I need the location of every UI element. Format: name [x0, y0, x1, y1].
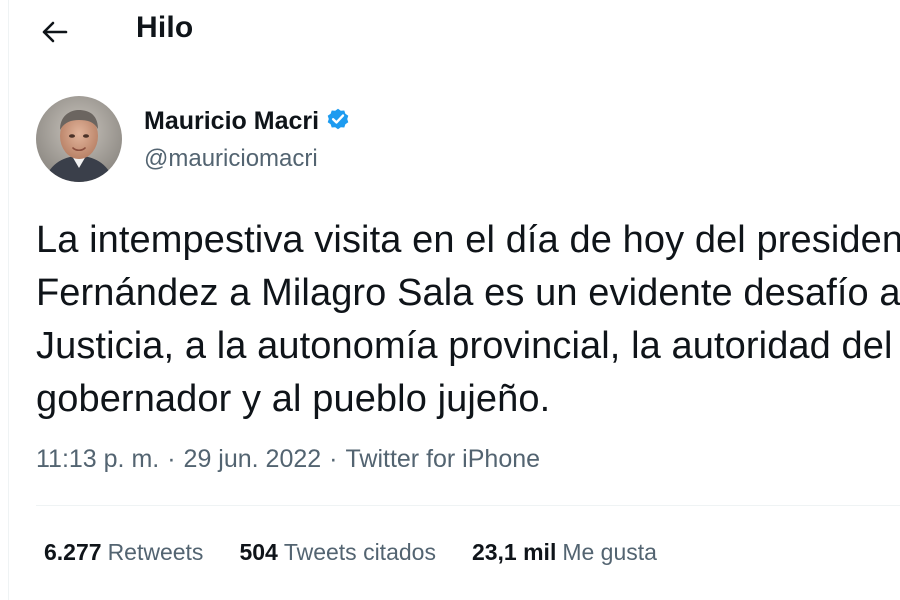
- tweet-text-line: Fernández a Milagro Sala es un evidente …: [36, 272, 900, 314]
- likes-stat[interactable]: 23,1 mil Me gusta: [472, 539, 657, 566]
- tweet-time[interactable]: 11:13 p. m.: [36, 445, 159, 474]
- tweet-stats: 6.277 Retweets 504 Tweets citados 23,1 mil…: [44, 539, 693, 566]
- back-button[interactable]: [34, 12, 74, 52]
- meta-separator: ·: [167, 445, 176, 473]
- tweet-source[interactable]: Twitter for iPhone: [346, 445, 541, 474]
- page-title: Hilo: [136, 11, 194, 44]
- verified-badge-icon: [325, 106, 351, 137]
- tweet-text-line: gobernador y al pueblo jujeño.: [36, 378, 551, 420]
- tweet-date[interactable]: 29 jun. 2022: [184, 445, 322, 474]
- divider: [36, 505, 900, 506]
- arrow-left-icon: [40, 20, 68, 44]
- tweet-text: La intempestiva visita en el día de hoy …: [36, 214, 900, 426]
- thread-page: Hilo Mauricio Macri @mauriciomacri La in…: [0, 0, 900, 600]
- quotes-label: Tweets citados: [283, 539, 436, 565]
- tweet-text-line: La intempestiva visita en el día de hoy …: [36, 219, 900, 261]
- tweet-text-line: Justicia, a la autonomía provincial, la …: [36, 325, 893, 367]
- likes-count: 23,1 mil: [471, 539, 557, 565]
- retweets-label: Retweets: [107, 539, 204, 565]
- column-border: [8, 0, 9, 600]
- page-header: Hilo: [0, 0, 900, 62]
- avatar[interactable]: [36, 96, 122, 182]
- retweets-stat[interactable]: 6.277 Retweets: [44, 539, 203, 566]
- quotes-count: 504: [239, 539, 278, 565]
- author-name-row: Mauricio Macri: [144, 106, 351, 137]
- tweet-author: Mauricio Macri @mauriciomacri: [36, 96, 896, 186]
- author-handle[interactable]: @mauriciomacri: [144, 145, 318, 173]
- quotes-stat[interactable]: 504 Tweets citados: [239, 539, 436, 566]
- author-name[interactable]: Mauricio Macri: [144, 107, 319, 136]
- retweets-count: 6.277: [44, 539, 102, 565]
- meta-separator: ·: [329, 445, 338, 473]
- tweet-meta: 11:13 p. m. · 29 jun. 2022 · Twitter for…: [36, 445, 540, 474]
- likes-label: Me gusta: [562, 539, 657, 565]
